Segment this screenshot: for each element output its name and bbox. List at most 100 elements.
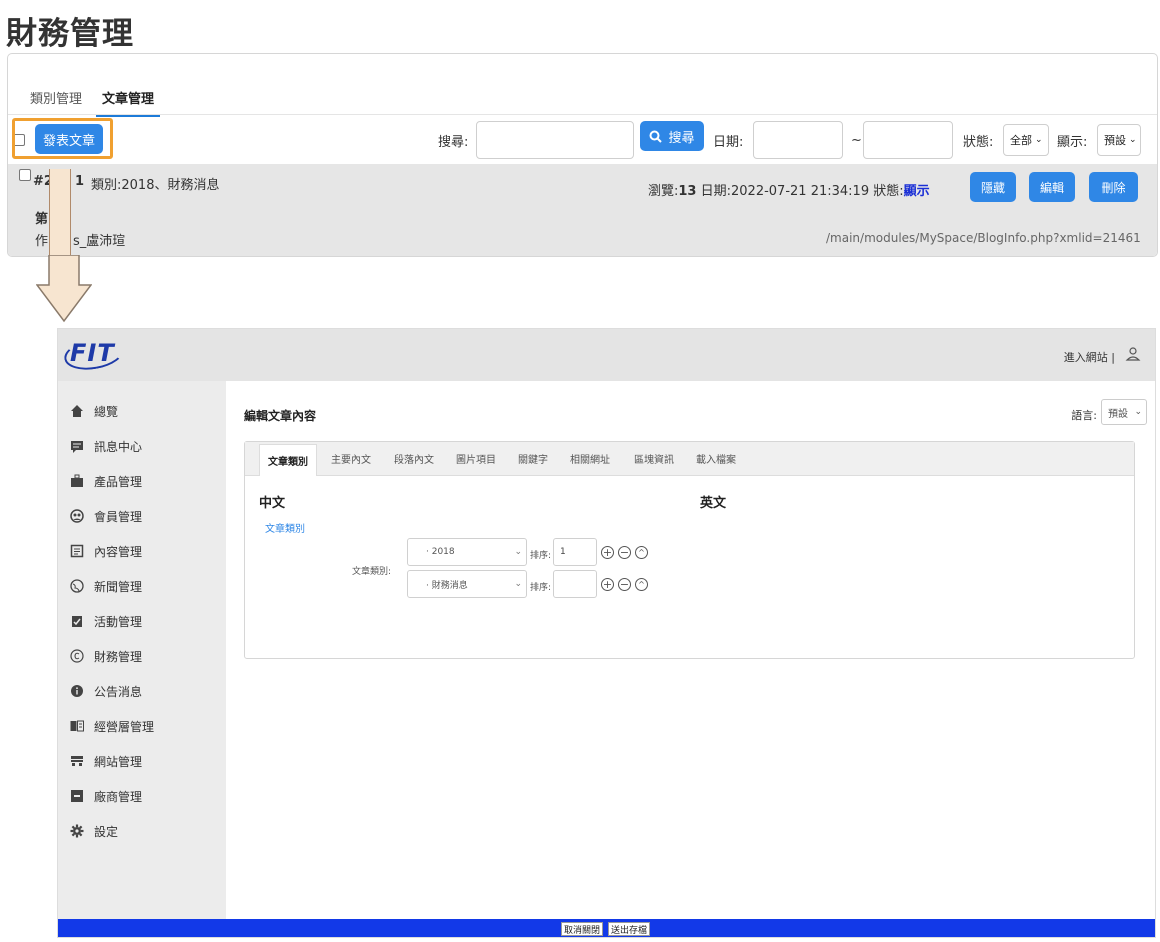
sidebar-item-messages[interactable]: 訊息中心 (70, 436, 142, 456)
move-up-circle-icon[interactable]: ^ (635, 578, 648, 591)
sidebar-item-overview[interactable]: 總覽 (70, 401, 118, 421)
display-select[interactable]: 預設 ⌄ (1097, 124, 1141, 156)
sidebar-label: 活動管理 (94, 614, 143, 629)
enter-site-link[interactable]: 進入網站 | (1064, 349, 1115, 365)
hide-button[interactable]: 隱藏 (970, 172, 1016, 202)
tab-image-items[interactable]: 圖片項目 (456, 451, 496, 466)
date-end-input[interactable] (863, 121, 953, 159)
sidebar-item-events[interactable]: 活動管理 (70, 611, 142, 631)
tab-main-content[interactable]: 主要內文 (331, 451, 371, 466)
tab-paragraph-content[interactable]: 段落內文 (394, 451, 434, 466)
bottom-action-bar: 取消關閉 送出存檔 (58, 919, 1155, 937)
tab-related-urls[interactable]: 相關網址 (570, 451, 610, 466)
sidebar-label: 產品管理 (94, 474, 143, 489)
sidebar-item-management[interactable]: 經營層管理 (70, 716, 154, 736)
cancel-close-button[interactable]: 取消關閉 (561, 922, 604, 936)
order-label: 排序: (530, 583, 552, 593)
admin-editor-screenshot: FIT 進入網站 | 總覽 訊息中心 產品管理 會員管理 內容管理 新聞管理 活… (57, 328, 1156, 938)
status-select[interactable]: 全部 ⌄ (1003, 124, 1049, 156)
search-label: 搜尋: (438, 135, 469, 150)
sidebar-label: 新聞管理 (94, 579, 143, 594)
home-icon (70, 404, 84, 418)
edit-page-title: 編輯文章內容 (244, 409, 317, 423)
display-select-value: 預設 (1104, 134, 1126, 147)
language-label: 語言: (1071, 409, 1097, 422)
highlight-annotation (12, 118, 113, 159)
add-circle-icon[interactable]: + (601, 546, 614, 559)
category-select-2[interactable]: · 財務消息 ⌄ (407, 570, 527, 598)
sidebar-label: 廠商管理 (94, 789, 143, 804)
sidebar-item-vendors[interactable]: 廠商管理 (70, 786, 142, 806)
date-separator: ~ (851, 133, 862, 148)
article-category-link[interactable]: 文章類別 (265, 520, 305, 535)
sidebar-item-news[interactable]: 新聞管理 (70, 576, 142, 596)
tab-block-info[interactable]: 區塊資訊 (634, 451, 674, 466)
article-author: s_盧沛瑄 (73, 234, 126, 249)
edit-button[interactable]: 編輯 (1029, 172, 1075, 202)
remove-circle-icon[interactable]: − (618, 546, 631, 559)
fit-logo[interactable]: FIT (70, 339, 115, 367)
category-select-value: · 財務消息 (426, 580, 468, 591)
arrow-shaft-top (49, 169, 71, 256)
sidebar-label: 設定 (94, 824, 119, 839)
sidebar-label: 網站管理 (94, 754, 143, 769)
tab-keywords[interactable]: 關鍵字 (518, 451, 548, 466)
tab-bar: 類別管理 文章管理 (24, 84, 168, 117)
sidebar-label: 公告消息 (94, 684, 143, 699)
move-up-circle-icon[interactable]: ^ (635, 546, 648, 559)
tab-load-files[interactable]: 載入檔案 (696, 451, 736, 466)
category-select-value: · 2018 (426, 547, 455, 557)
search-button[interactable]: 搜尋 (640, 121, 704, 151)
status-label: 狀態: (963, 135, 994, 150)
tab-article-management[interactable]: 文章管理 (96, 84, 161, 117)
sidebar-item-content[interactable]: 內容管理 (70, 541, 142, 561)
submit-save-button[interactable]: 送出存檔 (608, 922, 651, 936)
sidebar-item-announcements[interactable]: 公告消息 (70, 681, 142, 701)
article-category: 類別:2018、財務消息 (91, 178, 220, 193)
article-author-prefix: 作 (35, 234, 49, 249)
sidebar-item-members[interactable]: 會員管理 (70, 506, 142, 526)
edit-panel: 文章類別 主要內文 段落內文 圖片項目 關鍵字 相關網址 區塊資訊 載入檔案 中… (244, 441, 1135, 659)
article-date: 2022-07-21 21:34:19 (731, 184, 870, 199)
info-icon (70, 684, 84, 698)
sidebar-item-website[interactable]: 網站管理 (70, 751, 142, 771)
search-input[interactable] (476, 121, 634, 159)
views-count: 13 (678, 184, 697, 199)
language-select[interactable]: 預設 ⌄ (1101, 399, 1147, 425)
sidebar-item-products[interactable]: 產品管理 (70, 471, 142, 491)
order-input-2[interactable] (553, 570, 597, 598)
order-label: 排序: (530, 551, 552, 561)
delete-button[interactable]: 刪除 (1089, 172, 1138, 202)
chevron-down-icon: ⌄ (1134, 407, 1142, 417)
search-button-label: 搜尋 (668, 130, 695, 146)
category-select-1[interactable]: · 2018 ⌄ (407, 538, 527, 566)
add-circle-icon[interactable]: + (601, 578, 614, 591)
article-id-suffix: 1 (75, 174, 85, 189)
remove-circle-icon[interactable]: − (618, 578, 631, 591)
tab-article-category[interactable]: 文章類別 (259, 444, 317, 476)
user-icon[interactable] (1125, 346, 1141, 366)
sidebar-label: 內容管理 (94, 544, 143, 559)
date-start-input[interactable] (753, 121, 843, 159)
globe-icon (70, 579, 84, 593)
book-icon (70, 719, 84, 733)
chevron-down-icon: ⌄ (514, 579, 522, 589)
chevron-down-icon: ⌄ (1129, 135, 1137, 145)
briefcase-icon (70, 474, 84, 488)
down-arrow-annotation (36, 255, 92, 323)
date-label: 日期: (713, 135, 744, 150)
tab-category-management[interactable]: 類別管理 (24, 84, 88, 117)
english-section-title: 英文 (700, 496, 727, 511)
page-title: 財務管理 (6, 16, 134, 52)
article-title[interactable]: 第 (35, 208, 48, 227)
admin-header: FIT 進入網站 | (58, 329, 1155, 381)
order-input-1[interactable]: 1 (553, 538, 597, 566)
sidebar-item-settings[interactable]: 設定 (70, 821, 118, 841)
date-meta-label: 日期: (700, 184, 732, 199)
sidebar-label: 訊息中心 (94, 439, 143, 454)
article-checkbox[interactable] (19, 169, 31, 181)
chinese-section-title: 中文 (259, 496, 286, 511)
sidebar-item-finance[interactable]: 財務管理 (70, 646, 142, 666)
article-url[interactable]: /main/modules/MySpace/BlogInfo.php?xmlid… (826, 231, 1141, 245)
clipboard-icon (70, 614, 84, 628)
